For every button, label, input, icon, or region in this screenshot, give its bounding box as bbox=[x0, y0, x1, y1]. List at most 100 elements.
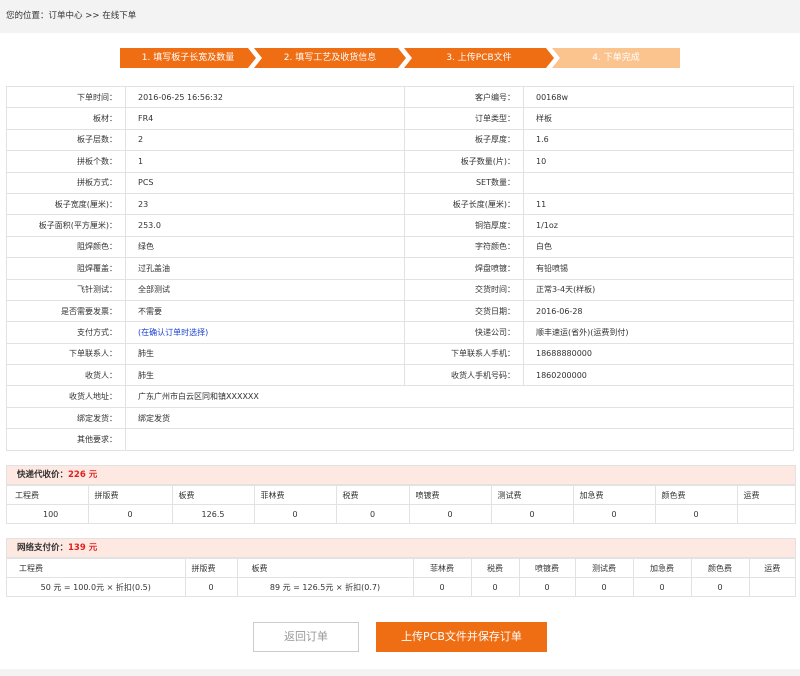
thickness-label: 板子厚度： bbox=[404, 128, 524, 152]
col-header: 工程费 bbox=[7, 485, 89, 505]
invoice-value: 不需要 bbox=[125, 299, 405, 323]
silk-color-label: 字符颜色： bbox=[404, 235, 524, 259]
thickness-value: 1.6 bbox=[523, 128, 794, 152]
table-row: 阻焊覆盖： 过孔盖油 焊盘喷镀： 有铅喷锡 bbox=[6, 257, 794, 280]
table-cell: 0 bbox=[632, 577, 692, 596]
order-type-value: 样板 bbox=[523, 107, 794, 130]
qty-label: 板子数量(片)： bbox=[404, 150, 524, 173]
online-price-table: 工程费 拼版费 板费 菲林费 税费 喷镀费 测试费 加急费 颜色费 运费 50 … bbox=[7, 558, 795, 596]
table-cell: 50 元 = 100.0元 × 折扣(0.5) bbox=[7, 577, 186, 596]
receiver-value: 肺生 bbox=[125, 364, 405, 387]
upload-and-save-button[interactable]: 上传PCB文件并保存订单 bbox=[376, 622, 547, 652]
address-label: 收货人地址： bbox=[6, 385, 126, 408]
panel-mode-label: 拼板方式： bbox=[6, 171, 126, 194]
other-label: 其他要求： bbox=[6, 428, 126, 451]
width-value: 23 bbox=[125, 192, 405, 216]
panel-count-label: 拼板个数： bbox=[6, 150, 126, 173]
col-header: 加急费 bbox=[632, 558, 692, 578]
breadcrumb-link-order-center[interactable]: 订单中心 bbox=[49, 11, 83, 21]
panel-mode-value: PCS bbox=[125, 171, 405, 194]
table-row: 绑定发货： 绑定发货 bbox=[6, 406, 794, 430]
table-row: 收货人地址： 广东广州市白云区同和镇XXXXXX bbox=[6, 385, 794, 408]
main-panel: 1. 填写板子长宽及数量 2. 填写工艺及收货信息 3. 上传PCB文件 4. … bbox=[0, 33, 800, 669]
mask-cover-value: 过孔盖油 bbox=[125, 257, 405, 280]
contact-label: 下单联系人： bbox=[6, 342, 126, 366]
length-value: 11 bbox=[523, 192, 794, 216]
col-header: 菲林费 bbox=[253, 485, 337, 505]
online-price-header: 网络支付价：139 元 bbox=[7, 539, 795, 558]
order-info-table: 下单时间： 2016-06-25 16:56:32 客户编号： 00168w 板… bbox=[6, 85, 794, 451]
contact-value: 肺生 bbox=[125, 342, 405, 366]
flying-value: 全部测试 bbox=[125, 278, 405, 301]
receiver-phone-value: 1860200000 bbox=[523, 364, 794, 387]
express-price-section: 快递代收价：226 元 工程费 拼版费 板费 菲林费 税费 喷镀费 测试费 加急… bbox=[6, 465, 796, 524]
table-cell: 100 bbox=[7, 504, 89, 523]
table-row: 拼板个数： 1 板子数量(片)： 10 bbox=[6, 150, 794, 173]
breadcrumb-prefix: 您的位置： bbox=[6, 11, 49, 21]
step-4: 4. 下单完成 bbox=[552, 48, 680, 68]
table-cell: 0 bbox=[408, 504, 492, 523]
table-cell: 0 bbox=[335, 504, 410, 523]
table-row: 是否需要发票： 不需要 交货日期： 2016-06-28 bbox=[6, 299, 794, 323]
table-row: 飞针测试： 全部测试 交货时间： 正常3-4天(样板) bbox=[6, 278, 794, 301]
breadcrumb-current: 在线下单 bbox=[102, 11, 137, 21]
delivery-time-label: 交货时间： bbox=[404, 278, 524, 301]
receiver-phone-label: 收货人手机号码： bbox=[404, 364, 524, 387]
order-time-value: 2016-06-25 16:56:32 bbox=[125, 85, 405, 109]
table-row: 下单联系人： 肺生 下单联系人手机： 18688880000 bbox=[6, 342, 794, 366]
material-value: FR4 bbox=[125, 107, 405, 130]
table-row: 100 0 126.5 0 0 0 0 0 0 bbox=[7, 504, 795, 523]
col-header: 税费 bbox=[470, 558, 520, 578]
table-row: 板材： FR4 订单类型： 样板 bbox=[6, 107, 794, 130]
step-2: 2. 填写工艺及收货信息 bbox=[254, 48, 406, 68]
col-header: 颜色费 bbox=[654, 485, 738, 505]
delivery-date-label: 交货日期： bbox=[404, 299, 524, 323]
table-row: 拼板方式： PCS SET数量： bbox=[6, 171, 794, 194]
table-cell: 0 bbox=[518, 577, 576, 596]
silk-color-value: 白色 bbox=[523, 235, 794, 259]
col-header: 加急费 bbox=[572, 485, 656, 505]
qty-value: 10 bbox=[523, 150, 794, 173]
express-price-amount: 226 元 bbox=[68, 470, 98, 480]
contact-phone-label: 下单联系人手机： bbox=[404, 342, 524, 366]
table-row: 板子层数： 2 板子厚度： 1.6 bbox=[6, 128, 794, 152]
contact-phone-value: 18688880000 bbox=[523, 342, 794, 366]
table-row: 板子面积(平方厘米)： 253.0 铜箔厚度： 1/1oz bbox=[6, 214, 794, 237]
col-header: 喷镀费 bbox=[408, 485, 492, 505]
express-price-header: 快递代收价：226 元 bbox=[7, 466, 795, 485]
delivery-date-value: 2016-06-28 bbox=[523, 299, 794, 323]
col-header: 板费 bbox=[236, 558, 414, 578]
table-cell: 0 bbox=[574, 577, 634, 596]
col-header: 税费 bbox=[335, 485, 410, 505]
breadcrumb: 您的位置：订单中心 >> 在线下单 bbox=[6, 9, 136, 21]
area-label: 板子面积(平方厘米)： bbox=[6, 214, 126, 237]
set-qty-value bbox=[523, 171, 794, 194]
table-cell: 0 bbox=[87, 504, 173, 523]
surface-value: 有铅喷锡 bbox=[523, 257, 794, 280]
table-cell: 89 元 = 126.5元 × 折扣(0.7) bbox=[236, 577, 414, 596]
table-row: 板子宽度(厘米)： 23 板子长度(厘米)： 11 bbox=[6, 192, 794, 216]
receiver-label: 收货人： bbox=[6, 364, 126, 387]
layers-value: 2 bbox=[125, 128, 405, 152]
table-row: 50 元 = 100.0元 × 折扣(0.5) 0 89 元 = 126.5元 … bbox=[7, 577, 795, 596]
bind-label: 绑定发货： bbox=[6, 406, 126, 430]
table-row: 收货人： 肺生 收货人手机号码： 1860200000 bbox=[6, 364, 794, 387]
col-header: 工程费 bbox=[7, 558, 186, 578]
pay-value: (在确认订单时选择) bbox=[125, 321, 405, 344]
delivery-time-value: 正常3-4天(样板) bbox=[523, 278, 794, 301]
area-value: 253.0 bbox=[125, 214, 405, 237]
col-header: 运费 bbox=[736, 485, 795, 505]
table-cell: 0 bbox=[412, 577, 472, 596]
layers-label: 板子层数： bbox=[6, 128, 126, 152]
table-cell bbox=[736, 504, 795, 523]
table-row: 支付方式： (在确认订单时选择) 快递公司： 顺丰速运(省外)(运费到付) bbox=[6, 321, 794, 344]
back-to-order-button[interactable]: 返回订单 bbox=[253, 622, 359, 652]
online-price-amount: 139 元 bbox=[68, 543, 98, 553]
table-cell: 0 bbox=[654, 504, 738, 523]
table-cell: 0 bbox=[184, 577, 238, 596]
col-header: 拼版费 bbox=[184, 558, 238, 578]
length-label: 板子长度(厘米)： bbox=[404, 192, 524, 216]
flying-label: 飞针测试： bbox=[6, 278, 126, 301]
copper-value: 1/1oz bbox=[523, 214, 794, 237]
table-header-row: 工程费 拼版费 板费 菲林费 税费 喷镀费 测试费 加急费 颜色费 运费 bbox=[7, 485, 795, 505]
